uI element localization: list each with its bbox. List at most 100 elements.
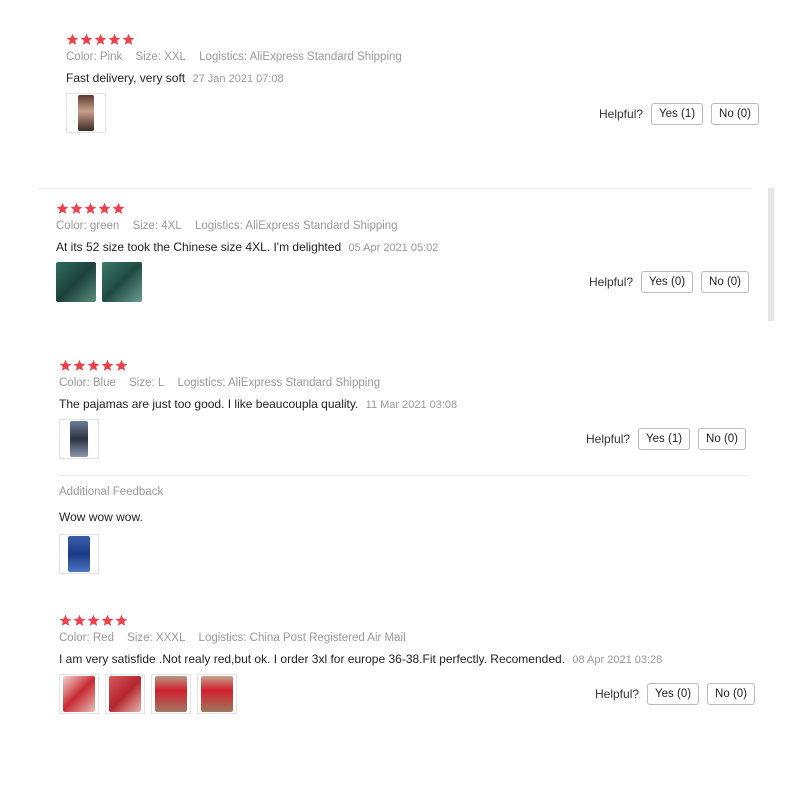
photo-image — [201, 676, 233, 712]
star-icon — [80, 33, 93, 45]
review-photos — [66, 93, 412, 133]
helpful-no-button[interactable]: No (0) — [701, 271, 749, 293]
review-text-line: The pajamas are just too good. I like be… — [59, 397, 457, 411]
review-text-line: At its 52 size took the Chinese size 4XL… — [56, 240, 438, 254]
star-rating — [59, 614, 662, 628]
review-card: Color: Red Size: XXXL Logistics: China P… — [59, 614, 662, 714]
review-size: Size: L — [129, 377, 165, 389]
helpful-label: Helpful? — [589, 275, 634, 289]
review-photo[interactable] — [59, 419, 99, 459]
helpful-label: Helpful? — [586, 432, 631, 446]
scrollbar[interactable] — [768, 188, 774, 321]
review-photos — [59, 419, 457, 459]
star-icon — [122, 33, 135, 45]
helpful-no-button[interactable]: No (0) — [711, 103, 759, 125]
star-icon — [101, 614, 114, 626]
star-icon — [98, 202, 111, 214]
review-date: 11 Mar 2021 03:08 — [365, 399, 458, 411]
review-color: Color: green — [56, 220, 120, 232]
review-photo[interactable] — [102, 262, 142, 302]
review-color: Color: Pink — [66, 51, 123, 63]
star-icon — [112, 202, 125, 214]
helpful-controls: Helpful? Yes (0) No (0) — [589, 271, 749, 293]
review-date: 27 Jan 2021 07:08 — [192, 73, 284, 85]
photo-image — [109, 676, 141, 712]
review-meta: Color: Pink Size: XXL Logistics: AliExpr… — [66, 51, 412, 63]
star-icon — [115, 359, 128, 371]
review-text: At its 52 size took the Chinese size 4XL… — [56, 240, 342, 254]
helpful-no-button[interactable]: No (0) — [698, 428, 746, 450]
review-card: Color: green Size: 4XL Logistics: AliExp… — [56, 202, 438, 302]
review-text: The pajamas are just too good. I like be… — [59, 397, 359, 411]
helpful-yes-button[interactable]: Yes (1) — [638, 428, 691, 450]
review-logistics: Logistics: AliExpress Standard Shipping — [199, 51, 402, 63]
review-photo[interactable] — [197, 674, 237, 714]
review-photos — [59, 534, 163, 574]
divider — [38, 188, 752, 189]
star-icon — [70, 202, 83, 214]
helpful-yes-button[interactable]: Yes (0) — [647, 683, 700, 705]
photo-image — [155, 676, 187, 712]
review-photos — [56, 262, 438, 302]
star-icon — [56, 202, 69, 214]
star-icon — [59, 359, 72, 371]
star-rating — [59, 359, 457, 373]
review-size: Size: XXXL — [127, 632, 186, 644]
star-icon — [115, 614, 128, 626]
review-photo[interactable] — [59, 534, 99, 574]
review-card: Color: Blue Size: L Logistics: AliExpres… — [59, 359, 457, 459]
review-photo[interactable] — [59, 674, 99, 714]
additional-feedback-title: Additional Feedback — [59, 486, 164, 498]
star-icon — [84, 202, 97, 214]
review-text-line: Fast delivery, very soft 27 Jan 2021 07:… — [66, 71, 412, 85]
review-date: 05 Apr 2021 05:02 — [348, 242, 439, 254]
helpful-label: Helpful? — [599, 107, 644, 121]
additional-feedback: Additional Feedback Wow wow wow. — [59, 486, 163, 574]
photo-image — [102, 262, 142, 302]
review-photo[interactable] — [66, 93, 106, 133]
review-meta: Color: Blue Size: L Logistics: AliExpres… — [59, 377, 457, 389]
helpful-yes-button[interactable]: Yes (1) — [651, 103, 704, 125]
photo-image — [70, 421, 88, 457]
helpful-yes-button[interactable]: Yes (0) — [641, 271, 694, 293]
photo-image — [63, 676, 95, 712]
review-logistics: Logistics: AliExpress Standard Shipping — [177, 377, 381, 389]
photo-image — [78, 95, 94, 131]
star-rating — [56, 202, 438, 216]
review-meta: Color: Red Size: XXXL Logistics: China P… — [59, 632, 662, 644]
review-date: 08 Apr 2021 03:28 — [572, 654, 663, 666]
star-icon — [59, 614, 72, 626]
star-icon — [101, 359, 114, 371]
additional-feedback-divider — [59, 475, 747, 476]
helpful-controls: Helpful? Yes (0) No (0) — [595, 683, 755, 705]
helpful-controls: Helpful? Yes (1) No (0) — [586, 428, 746, 450]
helpful-no-button[interactable]: No (0) — [707, 683, 755, 705]
review-photo[interactable] — [151, 674, 191, 714]
star-icon — [94, 33, 107, 45]
star-icon — [87, 359, 100, 371]
helpful-label: Helpful? — [595, 687, 640, 701]
review-card: Color: Pink Size: XXL Logistics: AliExpr… — [66, 33, 412, 133]
photo-image — [56, 262, 96, 302]
review-meta: Color: green Size: 4XL Logistics: AliExp… — [56, 220, 438, 232]
review-color: Color: Red — [59, 632, 114, 644]
review-photos — [59, 674, 662, 714]
review-logistics: Logistics: China Post Registered Air Mai… — [198, 632, 406, 644]
photo-image — [68, 536, 90, 572]
review-photo[interactable] — [105, 674, 145, 714]
review-size: Size: XXL — [135, 51, 186, 63]
additional-feedback-text: Wow wow wow. — [59, 510, 143, 524]
star-icon — [66, 33, 79, 45]
star-rating — [66, 33, 412, 47]
star-icon — [73, 614, 86, 626]
review-text-line: I am very satisfide .Not realy red,but o… — [59, 652, 662, 666]
review-size: Size: 4XL — [132, 220, 182, 232]
star-icon — [87, 614, 100, 626]
star-icon — [73, 359, 86, 371]
review-photo[interactable] — [56, 262, 96, 302]
star-icon — [108, 33, 121, 45]
helpful-controls: Helpful? Yes (1) No (0) — [599, 103, 759, 125]
review-color: Color: Blue — [59, 377, 116, 389]
review-text: I am very satisfide .Not realy red,but o… — [59, 652, 566, 666]
review-text: Fast delivery, very soft — [66, 71, 186, 85]
